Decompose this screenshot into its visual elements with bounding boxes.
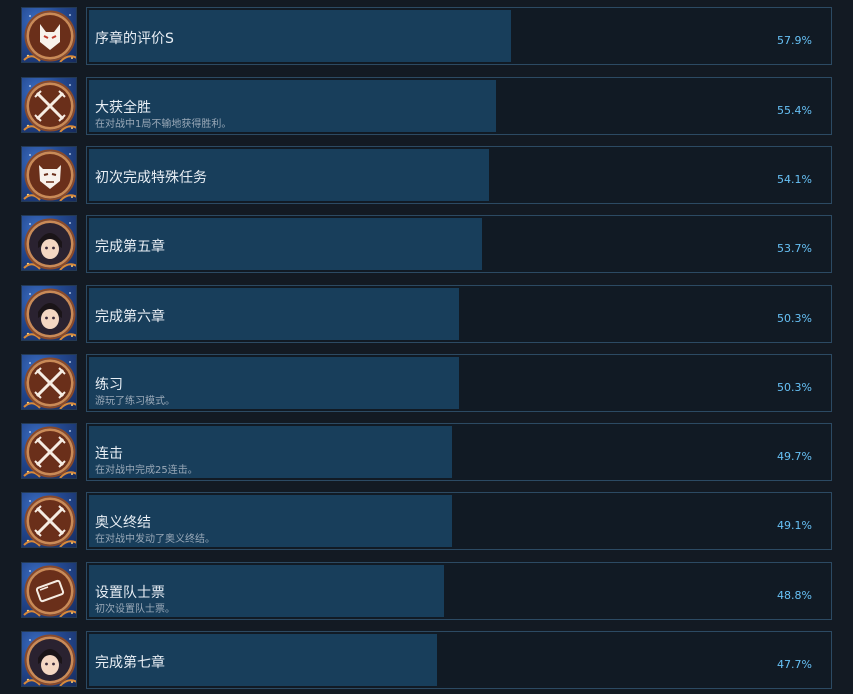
unlock-percentage: 57.9% <box>777 34 812 47</box>
achievement-title: 连击 <box>95 446 123 462</box>
character-portrait-icon <box>21 215 77 271</box>
unlock-percentage: 53.7% <box>777 242 812 255</box>
achievement-title: 设置队士票 <box>95 585 165 601</box>
achievement-title: 完成第七章 <box>95 655 165 671</box>
fox-mask-icon <box>21 7 77 63</box>
crossed-swords-icon <box>21 77 77 133</box>
achievement-description: 游玩了练习模式。 <box>95 396 175 407</box>
achievement-title: 练习 <box>95 377 123 393</box>
achievement-progress-bar: 设置队士票初次设置队士票。 48.8% <box>86 562 832 620</box>
crossed-swords-icon <box>21 492 77 548</box>
achievement-description: 初次设置队士票。 <box>95 604 175 615</box>
unlock-percentage: 49.7% <box>777 450 812 463</box>
achievement-progress-bar: 练习游玩了练习模式。 50.3% <box>86 354 832 412</box>
achievement-description: 在对战中完成25连击。 <box>95 465 198 476</box>
achievement-title: 初次完成特殊任务 <box>95 170 207 186</box>
achievement-row: 初次完成特殊任务 54.1% <box>0 146 853 204</box>
achievement-description: 在对战中1局不输地获得胜利。 <box>95 119 232 130</box>
achievement-title: 完成第六章 <box>95 309 165 325</box>
achievement-progress-bar: 完成第五章 53.7% <box>86 215 832 273</box>
achievement-row: 完成第六章 50.3% <box>0 285 853 343</box>
achievement-progress-bar: 奥义终结在对战中发动了奥义终结。 49.1% <box>86 492 832 550</box>
unlock-percentage: 55.4% <box>777 104 812 117</box>
achievement-title: 序章的评价S <box>95 31 174 47</box>
achievement-row: 练习游玩了练习模式。 50.3% <box>0 354 853 412</box>
unlock-percentage: 49.1% <box>777 519 812 532</box>
achievement-progress-bar: 大获全胜在对战中1局不输地获得胜利。 55.4% <box>86 77 832 135</box>
unlock-percentage: 50.3% <box>777 381 812 394</box>
achievement-row: 大获全胜在对战中1局不输地获得胜利。 55.4% <box>0 77 853 135</box>
achievement-row: 序章的评价S 57.9% <box>0 7 853 65</box>
achievement-list: 序章的评价S 57.9% 大获全胜在对战中1局不输地获得胜利。 55.4% 初次完成… <box>0 0 853 694</box>
unlock-percentage: 54.1% <box>777 173 812 186</box>
achievement-progress-bar: 完成第六章 50.3% <box>86 285 832 343</box>
achievement-row: 设置队士票初次设置队士票。 48.8% <box>0 562 853 620</box>
unlock-percentage: 47.7% <box>777 658 812 671</box>
character-portrait-icon <box>21 631 77 687</box>
achievement-progress-bar: 完成第七章 47.7% <box>86 631 832 689</box>
unlock-percentage: 50.3% <box>777 312 812 325</box>
achievement-progress-bar: 序章的评价S 57.9% <box>86 7 832 65</box>
crossed-swords-icon <box>21 354 77 410</box>
achievement-description: 在对战中发动了奥义终结。 <box>95 534 215 545</box>
achievement-title: 完成第五章 <box>95 239 165 255</box>
achievement-row: 完成第五章 53.7% <box>0 215 853 273</box>
achievement-row: 完成第七章 47.7% <box>0 631 853 689</box>
achievement-row: 连击在对战中完成25连击。 49.7% <box>0 423 853 481</box>
ticket-icon <box>21 562 77 618</box>
crossed-swords-icon <box>21 423 77 479</box>
achievement-progress-bar: 初次完成特殊任务 54.1% <box>86 146 832 204</box>
character-portrait-icon <box>21 285 77 341</box>
achievement-title: 奥义终结 <box>95 515 151 531</box>
unlock-percentage: 48.8% <box>777 589 812 602</box>
achievement-title: 大获全胜 <box>95 100 151 116</box>
achievement-row: 奥义终结在对战中发动了奥义终结。 49.1% <box>0 492 853 550</box>
oni-mask-icon <box>21 146 77 202</box>
achievement-progress-bar: 连击在对战中完成25连击。 49.7% <box>86 423 832 481</box>
